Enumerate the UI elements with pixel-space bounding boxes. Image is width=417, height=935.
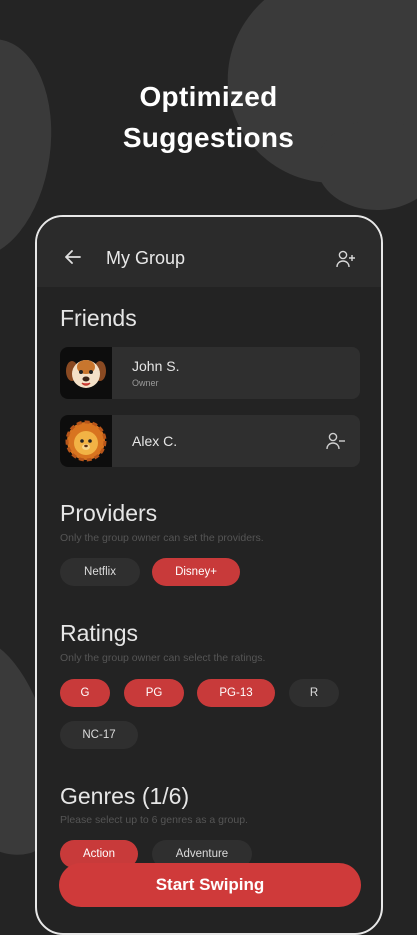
add-user-icon[interactable] xyxy=(336,250,356,268)
headline-line-1: Optimized xyxy=(139,81,278,112)
ratings-heading: Ratings xyxy=(60,620,138,646)
chip-provider-disney-plus[interactable]: Disney+ xyxy=(152,558,240,586)
avatar xyxy=(60,347,112,399)
chip-rating-pg-13[interactable]: PG-13 xyxy=(197,679,275,707)
friend-name: John S. xyxy=(132,358,180,374)
chip-rating-r[interactable]: R xyxy=(289,679,339,707)
providers-subtitle: Only the group owner can set the provide… xyxy=(60,532,264,544)
lion-avatar-icon xyxy=(65,420,107,462)
friends-heading: Friends xyxy=(60,305,137,331)
avatar xyxy=(60,415,112,467)
friend-card[interactable]: Alex C. xyxy=(60,415,360,467)
friend-role: Owner xyxy=(132,378,159,388)
genres-subtitle: Please select up to 6 genres as a group. xyxy=(60,814,248,826)
app-bar: My Group xyxy=(37,217,381,287)
chip-rating-pg[interactable]: PG xyxy=(124,679,184,707)
chip-rating-nc-17[interactable]: NC-17 xyxy=(60,721,138,749)
ratings-subtitle: Only the group owner can select the rati… xyxy=(60,652,266,664)
back-arrow-icon[interactable] xyxy=(65,250,81,264)
chip-provider-netflix[interactable]: Netflix xyxy=(60,558,140,586)
genres-heading: Genres (1/6) xyxy=(60,783,190,809)
page-title: My Group xyxy=(106,248,186,268)
friend-name: Alex C. xyxy=(132,433,178,449)
chip-rating-g[interactable]: G xyxy=(60,679,110,707)
dog-avatar-icon xyxy=(66,360,106,388)
providers-heading: Providers xyxy=(60,500,158,526)
headline-line-2: Suggestions xyxy=(122,122,295,153)
promo-headline: Optimized Suggestions xyxy=(0,76,417,158)
friend-card[interactable]: John S. Owner xyxy=(60,347,360,399)
start-swiping-button[interactable]: Start Swiping xyxy=(59,863,361,907)
remove-user-icon[interactable] xyxy=(326,432,346,450)
phone-frame: My Group Friends John S. Owner Alex C. P… xyxy=(35,215,383,935)
